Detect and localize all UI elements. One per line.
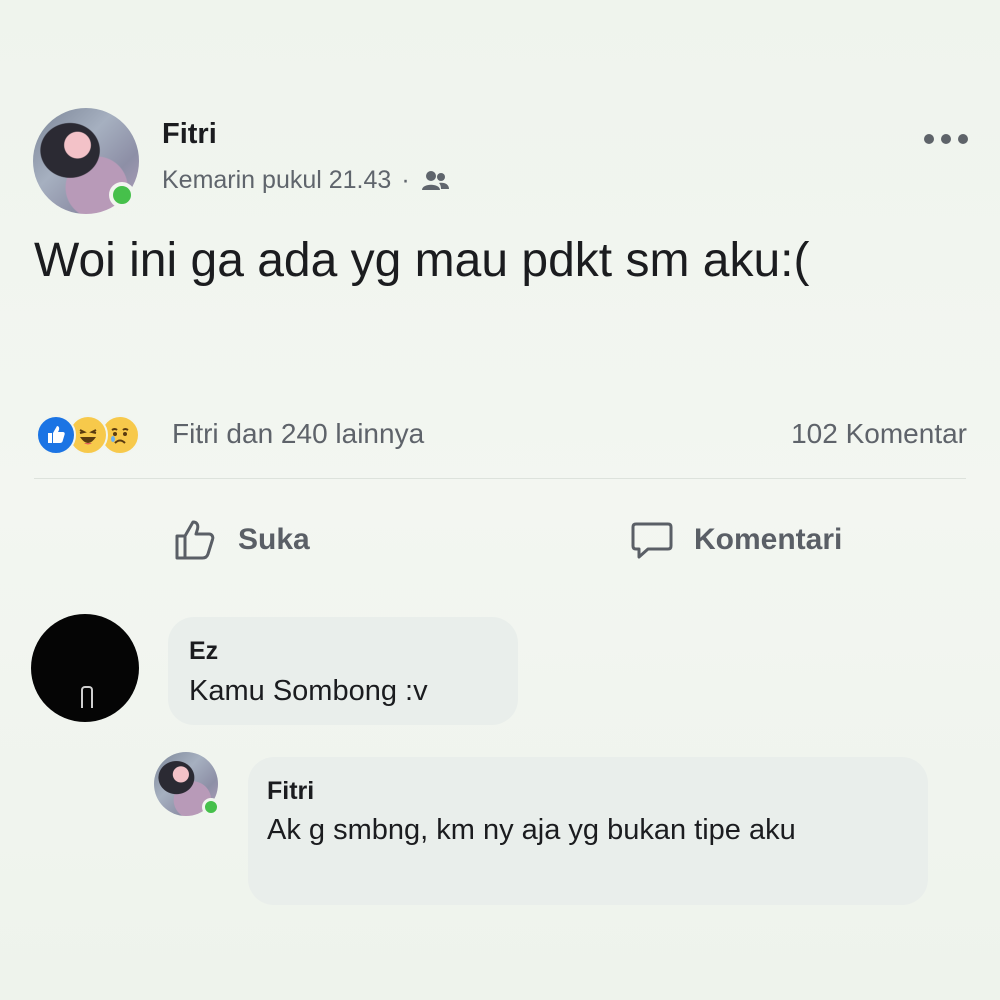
author-avatar[interactable] [33, 108, 139, 214]
comments-count[interactable]: 102 Komentar [791, 418, 967, 450]
post-text: Woi ini ga ada yg mau pdkt sm aku:( [34, 234, 810, 287]
like-reaction-icon [36, 415, 76, 455]
post-timestamp[interactable]: Kemarin pukul 21.43 [162, 166, 391, 195]
comment-bubble-icon [631, 522, 673, 559]
reaction-icons[interactable] [36, 415, 140, 455]
divider [34, 478, 966, 479]
post-meta: Kemarin pukul 21.43 · [162, 166, 450, 195]
comment-author[interactable]: Ez [189, 637, 218, 666]
reply-online-status-dot [202, 798, 220, 816]
comment-bubble[interactable]: Ez Kamu Sombong :v [168, 617, 518, 725]
reactions-summary[interactable]: Fitri dan 240 lainnya [172, 418, 424, 450]
comment-text: Kamu Sombong :v [189, 675, 428, 707]
more-options-icon[interactable] [924, 128, 968, 150]
meta-separator: · [401, 166, 410, 194]
post-author-name[interactable]: Fitri [162, 118, 217, 151]
like-button-label: Suka [238, 523, 310, 556]
friends-icon [421, 170, 449, 190]
online-status-dot [109, 182, 135, 208]
reply-bubble[interactable]: Fitri Ak g smbng, km ny aja yg bukan tip… [248, 757, 928, 905]
reply-text: Ak g smbng, km ny aja yg bukan tipe aku [267, 814, 796, 846]
comment-button-label: Komentari [694, 523, 843, 556]
post-card: Fitri Kemarin pukul 21.43 · Woi ini ga a… [0, 0, 1000, 1000]
reply-author[interactable]: Fitri [267, 777, 314, 806]
like-button[interactable]: Suka [172, 512, 310, 568]
reply-avatar[interactable] [154, 752, 220, 816]
avatar-figure [81, 686, 93, 708]
commenter-avatar[interactable] [31, 614, 139, 722]
comment-button[interactable]: Komentari [628, 512, 842, 568]
thumbs-up-icon [175, 520, 215, 560]
